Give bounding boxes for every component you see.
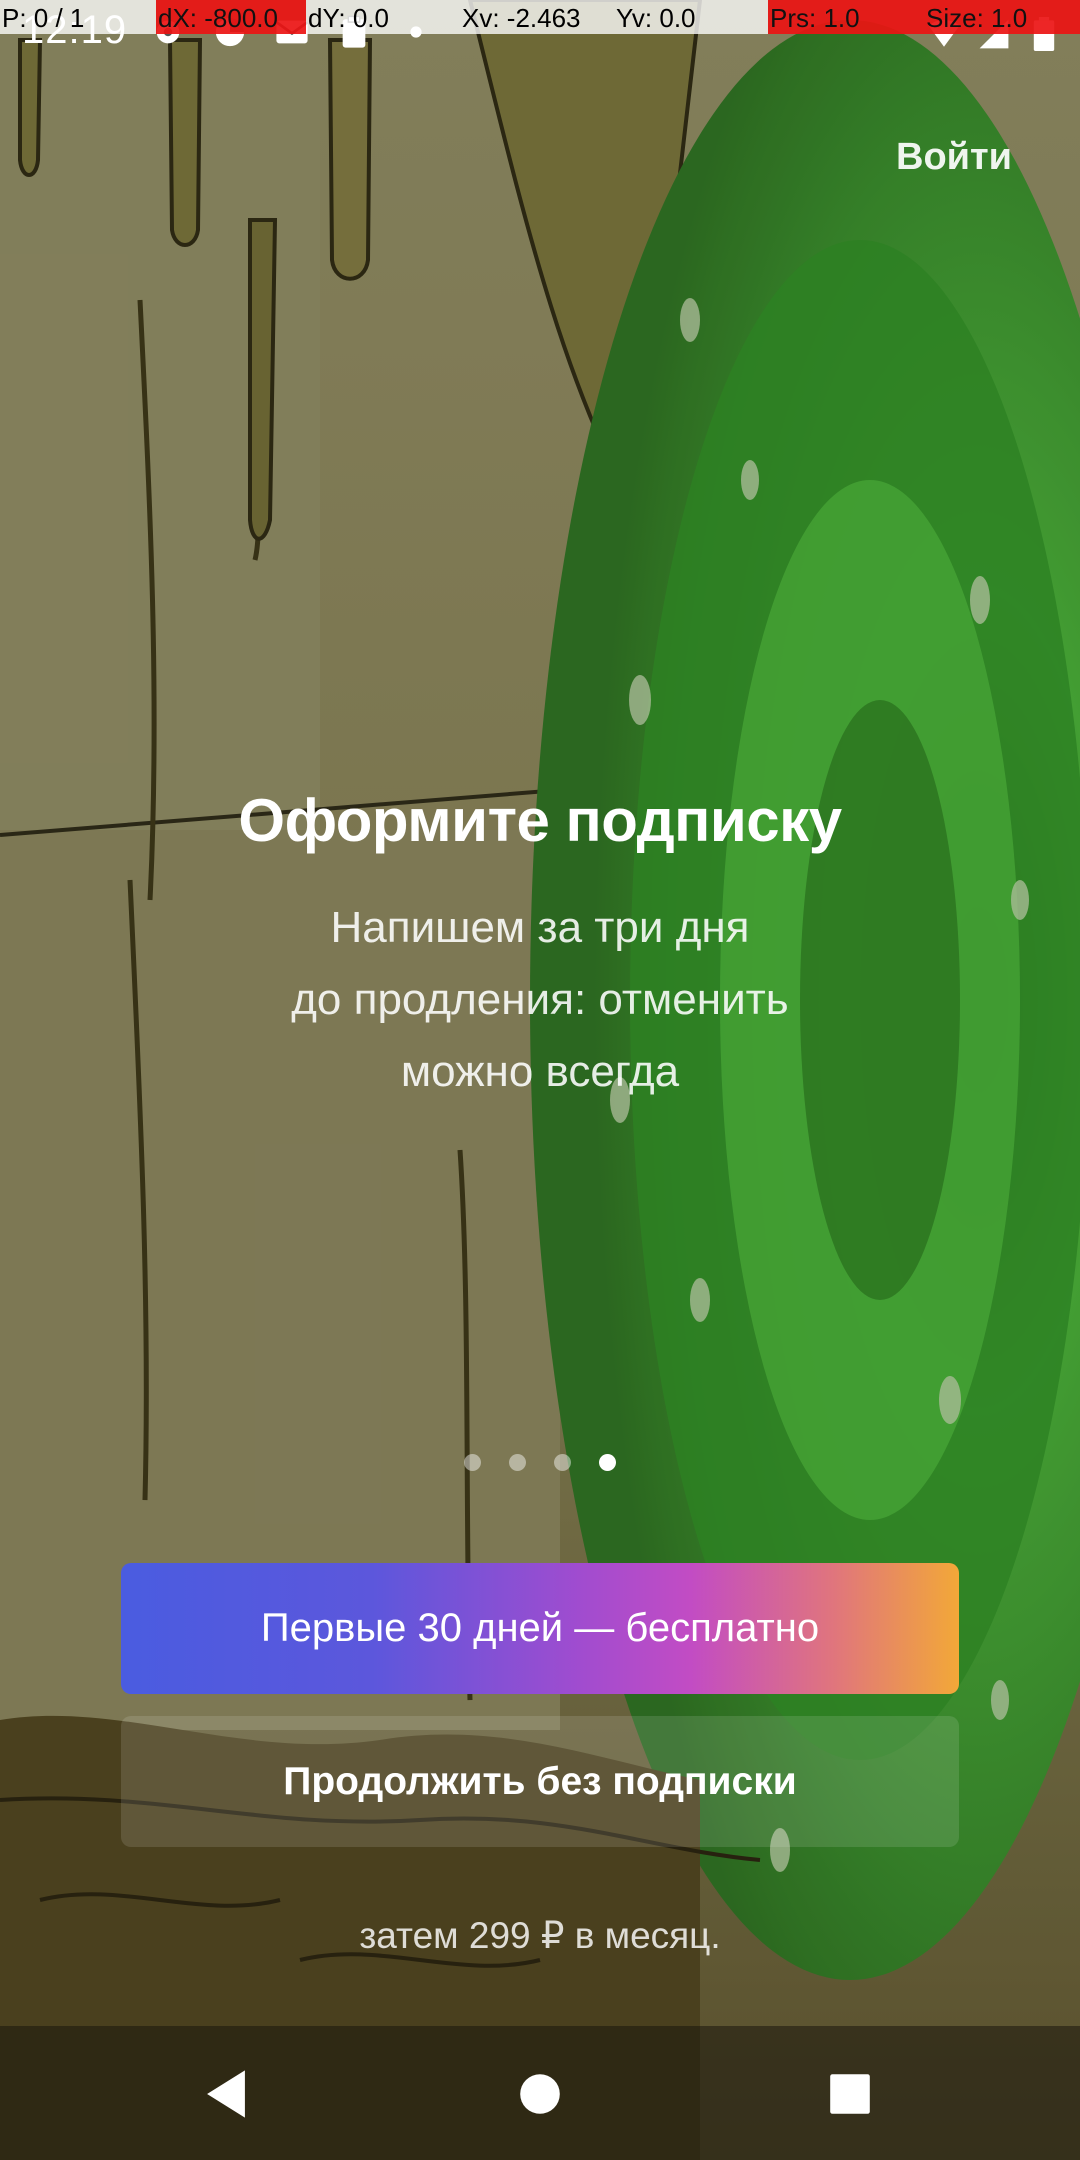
pager-dot	[599, 1454, 616, 1471]
free-trial-button[interactable]: Первые 30 дней — бесплатно	[121, 1563, 959, 1694]
debug-xv: Xv: -2.463	[460, 0, 614, 34]
recents-icon[interactable]	[810, 2056, 890, 2132]
promo-subtitle: Напишем за три дня до продления: отменит…	[180, 892, 900, 1108]
promo-title: Оформите подписку	[238, 787, 842, 854]
continue-without-subscription-button[interactable]: Продолжить без подписки	[121, 1716, 959, 1847]
promo-subtitle-line1: Напишем за три дня	[330, 903, 750, 952]
pager-dot	[464, 1454, 481, 1471]
promo-subtitle-line2: до продления: отменить	[291, 975, 789, 1024]
debug-dy: dY: 0.0	[306, 0, 460, 34]
debug-prs: Prs: 1.0	[768, 0, 924, 34]
pager-dot	[509, 1454, 526, 1471]
login-button[interactable]: Войти	[896, 136, 1012, 179]
navigation-bar	[0, 2026, 1080, 2160]
pager-indicator	[0, 1454, 1080, 1471]
debug-dx: dX: -800.0	[156, 0, 306, 34]
pointer-location-overlay: P: 0 / 1 dX: -800.0 dY: 0.0 Xv: -2.463 Y…	[0, 0, 1080, 34]
home-icon[interactable]	[500, 2056, 580, 2132]
back-icon[interactable]	[186, 2056, 266, 2132]
debug-yv: Yv: 0.0	[614, 0, 768, 34]
pager-dot	[554, 1454, 571, 1471]
debug-size: Size: 1.0	[924, 0, 1080, 34]
price-note: затем 299 ₽ в месяц.	[359, 1915, 721, 1956]
promo-subtitle-line3: можно всегда	[400, 1047, 680, 1096]
debug-pointer: P: 0 / 1	[0, 0, 156, 34]
